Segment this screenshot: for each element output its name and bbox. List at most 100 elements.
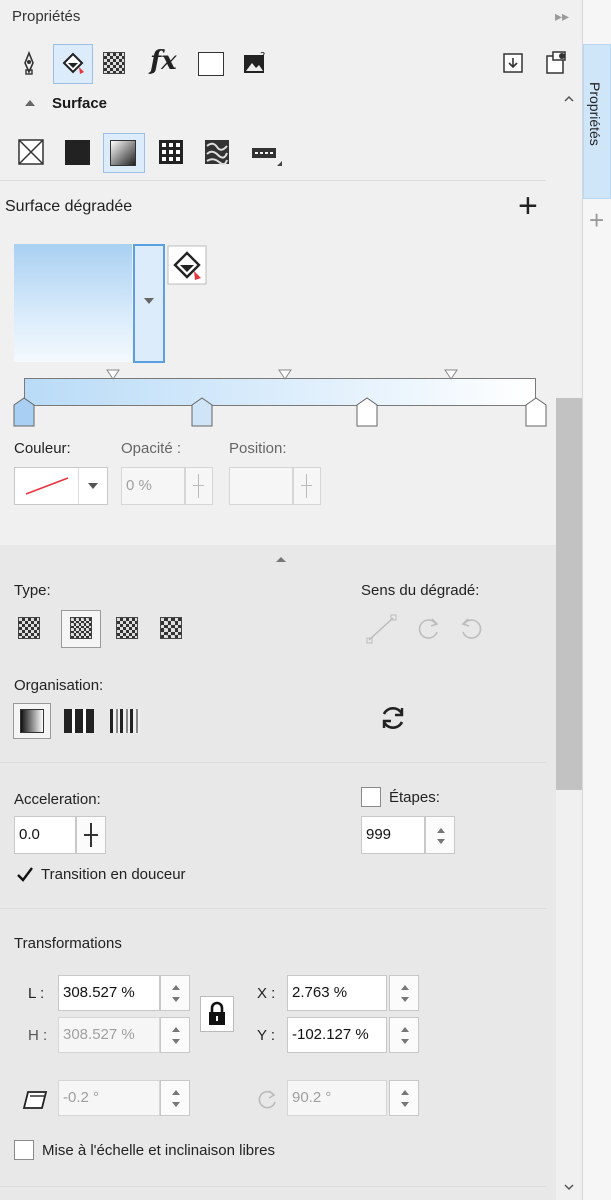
properties-tab-label: Propriétés	[587, 82, 603, 146]
uniform-fill-icon[interactable]	[65, 140, 90, 165]
position-slider-button[interactable]	[293, 467, 321, 505]
steps-checkbox[interactable]	[361, 787, 381, 807]
panel-toggle-icon[interactable]	[500, 50, 526, 76]
gradient-direction-label: Sens du dégradé:	[361, 582, 480, 599]
rotation-input[interactable]: 90.2 °	[287, 1080, 387, 1116]
opacity-slider-button[interactable]	[185, 467, 213, 505]
image-help-icon[interactable]: ?	[242, 50, 268, 76]
width-input[interactable]: 308.527 %	[58, 975, 160, 1011]
reverse-gradient-icon[interactable]	[365, 614, 399, 644]
lock-icon	[209, 1001, 225, 1025]
divider	[0, 1186, 546, 1187]
acceleration-input[interactable]: 0.0	[14, 816, 76, 854]
gradient-bar[interactable]	[24, 378, 536, 406]
divider	[78, 468, 79, 504]
collapse-section-icon[interactable]	[24, 98, 36, 108]
gradient-fill-title: Surface dégradée	[5, 198, 133, 215]
edit-fill-icon[interactable]	[167, 245, 207, 285]
repeat-organisation-icon[interactable]	[64, 709, 94, 733]
scrollbar-thumb[interactable]	[556, 398, 582, 790]
height-input[interactable]: 308.527 %	[58, 1017, 160, 1053]
slider-grip-icon	[193, 485, 204, 486]
gradient-preview[interactable]	[14, 244, 132, 362]
position-label: Position:	[229, 440, 287, 457]
mirror-organisation-icon[interactable]	[110, 709, 140, 733]
rectangular-gradient-type-icon[interactable]	[160, 617, 182, 639]
steps-label: Étapes:	[389, 789, 440, 806]
divider	[0, 180, 546, 181]
width-spinner[interactable]	[160, 975, 190, 1011]
transparency-icon[interactable]	[103, 52, 125, 74]
frame-icon[interactable]	[198, 52, 224, 76]
rotate-counterclockwise-icon[interactable]	[458, 615, 486, 643]
type-label: Type:	[14, 582, 51, 599]
free-scale-checkbox[interactable]	[14, 1140, 34, 1160]
x-label: X :	[257, 985, 276, 1002]
y-spinner[interactable]	[389, 1017, 419, 1053]
opacity-label: Opacité :	[121, 440, 182, 457]
texture-fill-icon[interactable]	[203, 138, 231, 166]
slider-grip-icon	[198, 474, 199, 498]
fill-bucket-icon[interactable]	[60, 50, 86, 76]
add-docker-icon[interactable]: +	[589, 205, 604, 236]
divider	[0, 908, 546, 909]
conical-gradient-type-icon[interactable]	[116, 617, 138, 639]
slider-grip-icon	[84, 834, 98, 836]
acceleration-label: Acceleration:	[14, 791, 101, 808]
no-fill-icon[interactable]	[17, 138, 45, 166]
checkmark-icon[interactable]	[16, 865, 34, 883]
pen-outline-icon[interactable]	[16, 50, 42, 76]
width-label: L :	[28, 985, 45, 1002]
options-icon[interactable]	[544, 50, 570, 76]
section-title-surface: Surface	[52, 95, 108, 112]
chevron-down-icon[interactable]	[88, 483, 98, 489]
default-fill-organisation-icon[interactable]	[20, 709, 44, 733]
scroll-down-icon[interactable]	[562, 1180, 576, 1194]
y-input[interactable]: -102.127 %	[287, 1017, 387, 1053]
collapse-panel-icon[interactable]: ▸▸	[555, 8, 569, 25]
chevron-down-icon	[144, 298, 154, 304]
position-input[interactable]	[229, 467, 293, 505]
midpoint-handle[interactable]	[278, 369, 292, 381]
rotation-icon	[258, 1090, 276, 1109]
transformations-label: Transformations	[14, 935, 122, 952]
free-scale-label: Mise à l'échelle et inclinaison libres	[42, 1142, 275, 1159]
color-node-handle[interactable]	[356, 397, 378, 427]
color-node-handle[interactable]	[191, 397, 213, 427]
steps-spinner[interactable]	[425, 816, 455, 854]
refresh-icon[interactable]	[378, 703, 408, 733]
color-label: Couleur:	[14, 440, 71, 457]
effects-fx-icon[interactable]: fx	[150, 46, 177, 76]
smooth-transition-label: Transition en douceur	[41, 866, 186, 883]
gradient-fill-icon[interactable]	[110, 140, 136, 166]
slider-grip-icon	[301, 485, 312, 486]
panel-title: Propriétés	[12, 8, 81, 25]
x-spinner[interactable]	[389, 975, 419, 1011]
pattern-fill-icon[interactable]	[157, 138, 185, 166]
x-input[interactable]: 2.763 %	[287, 975, 387, 1011]
no-color-swatch-icon	[25, 477, 69, 495]
height-spinner[interactable]	[160, 1017, 190, 1053]
color-node-handle[interactable]	[525, 397, 547, 427]
rotation-spinner[interactable]	[389, 1080, 419, 1116]
height-label: H :	[28, 1027, 48, 1044]
divider	[0, 762, 546, 763]
skew-spinner[interactable]	[160, 1080, 190, 1116]
collapse-options-icon[interactable]	[274, 554, 288, 564]
skew-input[interactable]: -0.2 °	[58, 1080, 160, 1116]
postscript-fill-icon[interactable]	[249, 140, 283, 168]
rotate-clockwise-icon[interactable]	[414, 615, 442, 643]
organisation-label: Organisation:	[14, 677, 104, 694]
linear-gradient-type-icon[interactable]	[18, 617, 40, 639]
midpoint-handle[interactable]	[444, 369, 458, 381]
color-node-handle[interactable]	[13, 397, 35, 427]
slider-grip-icon	[306, 474, 307, 498]
elliptical-gradient-type-icon[interactable]	[70, 617, 92, 639]
midpoint-handle[interactable]	[106, 369, 120, 381]
steps-input[interactable]: 999	[361, 816, 425, 854]
add-gradient-preset-icon[interactable]: +	[518, 186, 538, 226]
y-label: Y :	[257, 1027, 276, 1044]
skew-icon	[22, 1091, 48, 1109]
opacity-input[interactable]: 0 %	[121, 467, 185, 505]
scroll-up-icon[interactable]	[562, 92, 576, 106]
